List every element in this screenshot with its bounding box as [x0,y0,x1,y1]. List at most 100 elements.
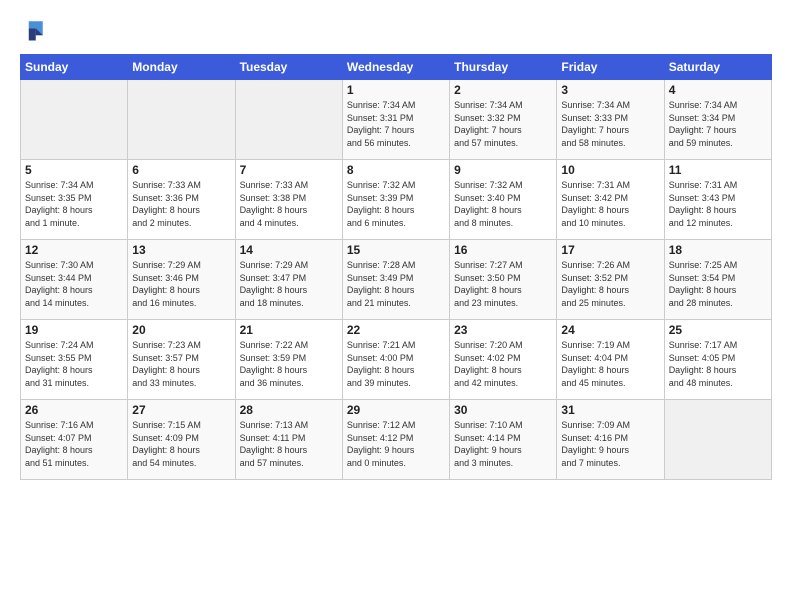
col-header-sunday: Sunday [21,55,128,80]
week-row-2: 5 Sunrise: 7:34 AM Sunset: 3:35 PM Daylig… [21,160,772,240]
day-number: 12 [25,243,123,257]
day-info: Sunrise: 7:25 AM Sunset: 3:54 PM Dayligh… [669,259,767,309]
day-number: 4 [669,83,767,97]
day-cell: 17 Sunrise: 7:26 AM Sunset: 3:52 PM Dayli… [557,240,664,320]
day-info: Sunrise: 7:09 AM Sunset: 4:16 PM Dayligh… [561,419,659,469]
calendar-table: SundayMondayTuesdayWednesdayThursdayFrid… [20,54,772,480]
day-cell: 20 Sunrise: 7:23 AM Sunset: 3:57 PM Dayli… [128,320,235,400]
day-info: Sunrise: 7:34 AM Sunset: 3:33 PM Dayligh… [561,99,659,149]
day-number: 7 [240,163,338,177]
day-number: 15 [347,243,445,257]
day-cell: 3 Sunrise: 7:34 AM Sunset: 3:33 PM Daylig… [557,80,664,160]
day-cell: 8 Sunrise: 7:32 AM Sunset: 3:39 PM Daylig… [342,160,449,240]
day-cell: 13 Sunrise: 7:29 AM Sunset: 3:46 PM Dayli… [128,240,235,320]
day-number: 11 [669,163,767,177]
day-number: 1 [347,83,445,97]
day-number: 24 [561,323,659,337]
day-cell: 9 Sunrise: 7:32 AM Sunset: 3:40 PM Daylig… [450,160,557,240]
day-info: Sunrise: 7:34 AM Sunset: 3:35 PM Dayligh… [25,179,123,229]
day-cell: 27 Sunrise: 7:15 AM Sunset: 4:09 PM Dayli… [128,400,235,480]
day-number: 6 [132,163,230,177]
day-info: Sunrise: 7:29 AM Sunset: 3:46 PM Dayligh… [132,259,230,309]
day-cell [128,80,235,160]
day-info: Sunrise: 7:31 AM Sunset: 3:43 PM Dayligh… [669,179,767,229]
day-number: 9 [454,163,552,177]
day-info: Sunrise: 7:19 AM Sunset: 4:04 PM Dayligh… [561,339,659,389]
day-cell: 14 Sunrise: 7:29 AM Sunset: 3:47 PM Dayli… [235,240,342,320]
col-header-tuesday: Tuesday [235,55,342,80]
day-cell: 28 Sunrise: 7:13 AM Sunset: 4:11 PM Dayli… [235,400,342,480]
week-row-4: 19Sunrise: 7:24 AM Sunset: 3:55 PM Dayli… [21,320,772,400]
day-info: Sunrise: 7:10 AM Sunset: 4:14 PM Dayligh… [454,419,552,469]
col-header-wednesday: Wednesday [342,55,449,80]
day-number: 28 [240,403,338,417]
day-cell: 4 Sunrise: 7:34 AM Sunset: 3:34 PM Daylig… [664,80,771,160]
day-cell: 21 Sunrise: 7:22 AM Sunset: 3:59 PM Dayli… [235,320,342,400]
day-info: Sunrise: 7:31 AM Sunset: 3:42 PM Dayligh… [561,179,659,229]
day-cell: 22 Sunrise: 7:21 AM Sunset: 4:00 PM Dayli… [342,320,449,400]
day-info: Sunrise: 7:34 AM Sunset: 3:31 PM Dayligh… [347,99,445,149]
day-info: Sunrise: 7:16 AM Sunset: 4:07 PM Dayligh… [25,419,123,469]
day-number: 10 [561,163,659,177]
day-cell: 5 Sunrise: 7:34 AM Sunset: 3:35 PM Daylig… [21,160,128,240]
day-info: Sunrise: 7:13 AM Sunset: 4:11 PM Dayligh… [240,419,338,469]
day-info: Sunrise: 7:30 AM Sunset: 3:44 PM Dayligh… [25,259,123,309]
day-cell: 30 Sunrise: 7:10 AM Sunset: 4:14 PM Dayli… [450,400,557,480]
day-number: 21 [240,323,338,337]
day-cell: 1 Sunrise: 7:34 AM Sunset: 3:31 PM Daylig… [342,80,449,160]
day-number: 22 [347,323,445,337]
day-number: 17 [561,243,659,257]
day-info: Sunrise: 7:33 AM Sunset: 3:36 PM Dayligh… [132,179,230,229]
day-info: Sunrise: 7:34 AM Sunset: 3:34 PM Dayligh… [669,99,767,149]
day-cell: 18Sunrise: 7:25 AM Sunset: 3:54 PM Dayli… [664,240,771,320]
day-info: Sunrise: 7:22 AM Sunset: 3:59 PM Dayligh… [240,339,338,389]
col-header-thursday: Thursday [450,55,557,80]
day-info: Sunrise: 7:17 AM Sunset: 4:05 PM Dayligh… [669,339,767,389]
day-cell: 10 Sunrise: 7:31 AM Sunset: 3:42 PM Dayli… [557,160,664,240]
page: SundayMondayTuesdayWednesdayThursdayFrid… [0,0,792,612]
day-number: 20 [132,323,230,337]
day-number: 25 [669,323,767,337]
day-number: 31 [561,403,659,417]
day-number: 3 [561,83,659,97]
day-info: Sunrise: 7:26 AM Sunset: 3:52 PM Dayligh… [561,259,659,309]
day-number: 26 [25,403,123,417]
logo [20,16,52,44]
day-number: 5 [25,163,123,177]
day-info: Sunrise: 7:34 AM Sunset: 3:32 PM Dayligh… [454,99,552,149]
day-number: 8 [347,163,445,177]
week-row-1: 1 Sunrise: 7:34 AM Sunset: 3:31 PM Daylig… [21,80,772,160]
day-info: Sunrise: 7:29 AM Sunset: 3:47 PM Dayligh… [240,259,338,309]
day-info: Sunrise: 7:32 AM Sunset: 3:40 PM Dayligh… [454,179,552,229]
day-info: Sunrise: 7:21 AM Sunset: 4:00 PM Dayligh… [347,339,445,389]
day-info: Sunrise: 7:28 AM Sunset: 3:49 PM Dayligh… [347,259,445,309]
day-info: Sunrise: 7:33 AM Sunset: 3:38 PM Dayligh… [240,179,338,229]
day-info: Sunrise: 7:23 AM Sunset: 3:57 PM Dayligh… [132,339,230,389]
day-cell [235,80,342,160]
day-number: 14 [240,243,338,257]
day-info: Sunrise: 7:24 AM Sunset: 3:55 PM Dayligh… [25,339,123,389]
day-cell: 31 Sunrise: 7:09 AM Sunset: 4:16 PM Dayli… [557,400,664,480]
day-info: Sunrise: 7:32 AM Sunset: 3:39 PM Dayligh… [347,179,445,229]
day-cell: 15 Sunrise: 7:28 AM Sunset: 3:49 PM Dayli… [342,240,449,320]
day-cell: 7 Sunrise: 7:33 AM Sunset: 3:38 PM Daylig… [235,160,342,240]
day-number: 13 [132,243,230,257]
day-info: Sunrise: 7:27 AM Sunset: 3:50 PM Dayligh… [454,259,552,309]
header [20,16,772,44]
day-cell: 6 Sunrise: 7:33 AM Sunset: 3:36 PM Daylig… [128,160,235,240]
day-cell [664,400,771,480]
col-header-monday: Monday [128,55,235,80]
day-cell: 2 Sunrise: 7:34 AM Sunset: 3:32 PM Daylig… [450,80,557,160]
week-row-5: 26 Sunrise: 7:16 AM Sunset: 4:07 PM Dayli… [21,400,772,480]
day-cell: 16 Sunrise: 7:27 AM Sunset: 3:50 PM Dayli… [450,240,557,320]
day-number: 27 [132,403,230,417]
col-header-friday: Friday [557,55,664,80]
day-cell: 24 Sunrise: 7:19 AM Sunset: 4:04 PM Dayli… [557,320,664,400]
day-number: 16 [454,243,552,257]
day-number: 2 [454,83,552,97]
col-header-saturday: Saturday [664,55,771,80]
logo-icon [20,16,48,44]
day-number: 30 [454,403,552,417]
day-number: 23 [454,323,552,337]
day-info: Sunrise: 7:15 AM Sunset: 4:09 PM Dayligh… [132,419,230,469]
